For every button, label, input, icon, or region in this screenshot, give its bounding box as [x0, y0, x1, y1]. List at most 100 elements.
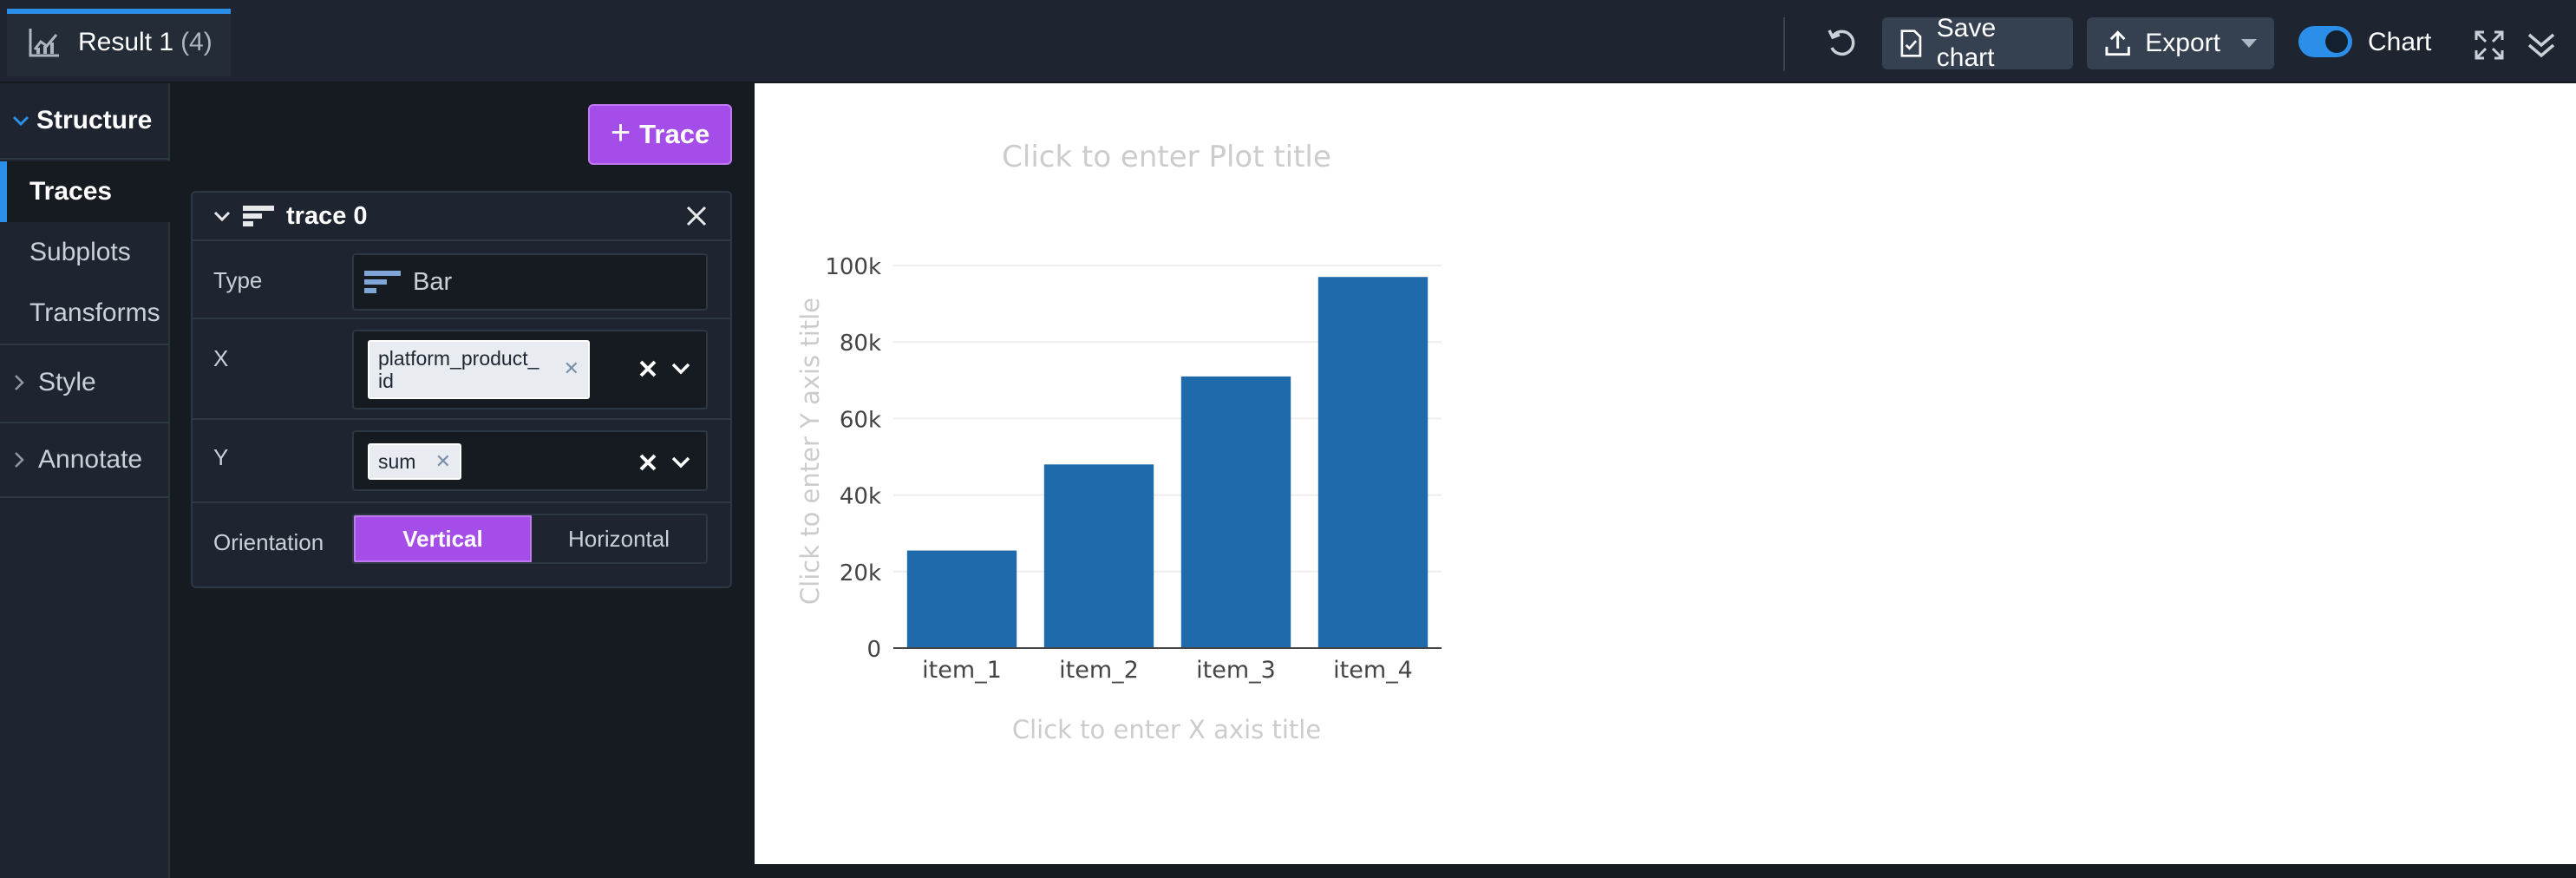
type-row: Type Bar: [193, 243, 730, 319]
orientation-vertical-button[interactable]: Vertical: [354, 515, 532, 562]
orientation-horizontal-button[interactable]: Horizontal: [532, 515, 706, 562]
tab-active-indicator: [7, 9, 231, 14]
trace-header[interactable]: trace 0: [193, 193, 730, 241]
chevron-right-icon: [15, 375, 24, 390]
chevron-right-icon: [15, 452, 24, 468]
chart-toggle-label: Chart: [2368, 28, 2432, 56]
orientation-row: Orientation Vertical Horizontal: [193, 503, 730, 586]
plot-canvas: Click to enter Plot title Click to enter…: [755, 83, 2576, 864]
remove-chip-icon[interactable]: ✕: [564, 357, 579, 380]
chevron-down-icon: [213, 211, 231, 222]
bar-item_2[interactable]: [1043, 464, 1154, 648]
sidebar-item-label: Subplots: [29, 238, 131, 266]
collapse-panel-button[interactable]: [2520, 24, 2562, 66]
remove-chip-icon[interactable]: ✕: [435, 450, 451, 473]
y-chip-text: sum: [378, 450, 416, 473]
x-row: X platform_product_ id ✕: [193, 319, 730, 420]
fullscreen-button[interactable]: [2468, 24, 2510, 66]
save-chart-label: Save chart: [1936, 14, 1997, 72]
orientation-label: Orientation: [213, 529, 324, 555]
y-column-chip: sum ✕: [368, 443, 461, 480]
save-chart-button[interactable]: Save chart: [1882, 14, 2073, 72]
app-window: Result 1 (4) Save chart Export Chart Str…: [0, 0, 2576, 878]
add-trace-button[interactable]: + Trace: [588, 104, 732, 165]
export-label: Export: [2145, 29, 2220, 57]
sidebar-item-transforms[interactable]: Transforms: [0, 283, 170, 344]
sidebar-item-label: Traces: [29, 177, 113, 206]
trace-card: trace 0 Type Bar X platform_product_ id …: [191, 191, 732, 588]
toolbar-divider: [1783, 17, 1785, 71]
y-axis-title-placeholder[interactable]: Click to enter Y axis title: [795, 298, 825, 605]
trace-type-select[interactable]: Bar: [352, 253, 708, 311]
y-column-select[interactable]: sum ✕: [352, 430, 708, 491]
y-row: Y sum ✕: [193, 420, 730, 503]
x-label: X: [213, 345, 229, 371]
top-toolbar: Result 1 (4) Save chart Export Chart: [0, 0, 2576, 83]
bar-chart-horizontal-icon: [364, 271, 401, 293]
chevron-down-icon[interactable]: [671, 456, 690, 468]
sidebar-group-annotate[interactable]: Annotate: [0, 422, 170, 498]
chart-toggle[interactable]: [2298, 26, 2352, 57]
undo-icon: [1827, 29, 1855, 56]
y-tick-label: 100k: [825, 254, 881, 280]
plot-bottom-strip: [755, 864, 2576, 878]
bar-chart: Click to enter Plot title Click to enter…: [795, 140, 1442, 744]
plus-icon: +: [610, 113, 631, 152]
x-tick-label: item_2: [1059, 657, 1139, 684]
editor-sidebar: Structure Traces Subplots Transforms Sty…: [0, 83, 170, 878]
clear-icon[interactable]: [638, 359, 657, 378]
type-label: Type: [213, 267, 263, 293]
upload-icon: [2105, 30, 2130, 56]
save-file-icon: [1900, 29, 1922, 57]
export-button[interactable]: Export: [2087, 17, 2274, 69]
caret-down-icon: [2241, 39, 2257, 48]
x-tick-label: item_4: [1333, 657, 1413, 684]
sidebar-item-traces[interactable]: Traces: [0, 161, 170, 222]
toggle-knob: [2325, 30, 2348, 53]
sidebar-group-label: Annotate: [38, 445, 143, 474]
y-tick-label: 80k: [840, 331, 881, 357]
line-chart-icon: [29, 29, 59, 57]
trace-name: trace 0: [286, 201, 368, 230]
clear-icon[interactable]: [638, 453, 657, 472]
x-tick-label: item_1: [922, 657, 1002, 684]
sidebar-item-subplots[interactable]: Subplots: [0, 222, 170, 283]
tab-title: Result 1: [78, 28, 174, 56]
x-chip-text-line2: id: [378, 370, 394, 392]
bar-chart-horizontal-icon: [243, 206, 274, 226]
bar-item_1[interactable]: [906, 550, 1017, 648]
bar-item_4[interactable]: [1317, 277, 1429, 648]
double-chevron-down-icon: [2527, 33, 2555, 58]
bar-item_3[interactable]: [1180, 376, 1291, 648]
sidebar-item-label: Transforms: [29, 298, 160, 327]
sidebar-group-style[interactable]: Style: [0, 344, 170, 420]
y-label: Y: [213, 444, 229, 470]
x-tick-label: item_3: [1196, 657, 1276, 684]
tab-count: (4): [180, 28, 212, 56]
tab-result[interactable]: Result 1 (4): [7, 9, 231, 76]
chart-y-ticks: 0 20k 40k 60k 80k 100k: [825, 254, 881, 663]
structure-label: Structure: [36, 106, 153, 134]
add-trace-label: Trace: [639, 119, 710, 149]
x-axis-title-placeholder[interactable]: Click to enter X axis title: [1012, 715, 1321, 744]
chart-x-ticks: item_1 item_2 item_3 item_4: [922, 657, 1413, 684]
chevron-down-icon[interactable]: [671, 363, 690, 375]
sidebar-group-label: Style: [38, 368, 96, 396]
trace-type-value: Bar: [413, 267, 453, 296]
y-tick-label: 40k: [840, 484, 881, 510]
x-column-select[interactable]: platform_product_ id ✕: [352, 330, 708, 410]
chart-bars: [906, 277, 1429, 648]
structure-section-header[interactable]: Structure: [0, 83, 170, 160]
orientation-toggle: Vertical Horizontal: [352, 514, 708, 564]
traces-panel: + Trace trace 0 Type Bar X platform_prod…: [172, 83, 753, 878]
expand-icon: [2475, 30, 2504, 60]
y-tick-label: 60k: [840, 407, 881, 433]
chevron-down-icon: [12, 115, 29, 127]
plot-title-placeholder[interactable]: Click to enter Plot title: [1002, 140, 1331, 174]
close-icon[interactable]: [685, 205, 708, 227]
reset-button[interactable]: [1820, 21, 1865, 66]
x-chip-text-line1: platform_product_: [378, 347, 539, 370]
x-column-chip: platform_product_ id ✕: [368, 340, 590, 399]
y-tick-label: 0: [866, 637, 881, 663]
y-tick-label: 20k: [840, 560, 881, 586]
